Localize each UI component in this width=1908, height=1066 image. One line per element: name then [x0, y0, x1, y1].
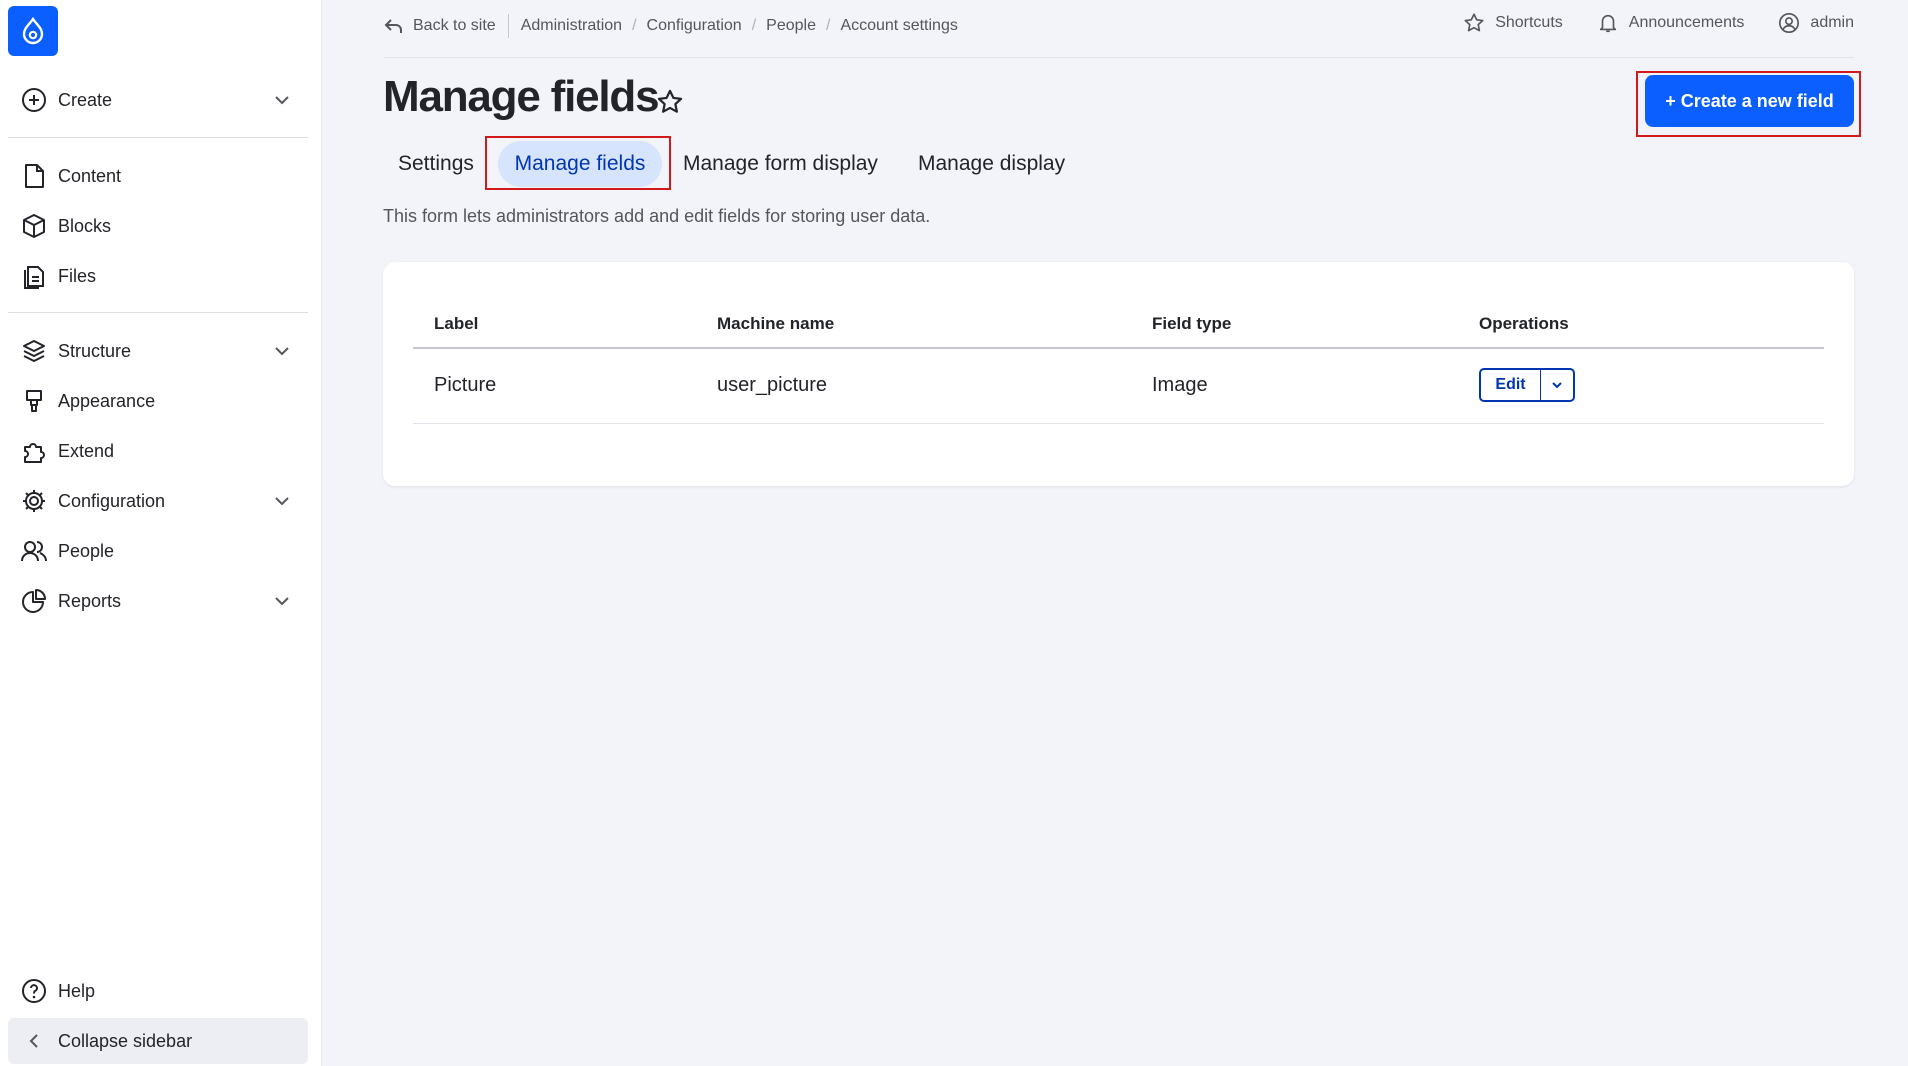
sidebar-item-appearance[interactable]: Appearance [8, 378, 308, 424]
sidebar-item-help[interactable]: Help [8, 968, 308, 1014]
table-header-divider [413, 347, 1824, 349]
sidebar-divider [8, 312, 308, 313]
operations-toggle-button[interactable] [1541, 370, 1573, 400]
sidebar-item-content[interactable]: Content [8, 153, 308, 199]
chevron-down-icon[interactable] [270, 589, 294, 613]
back-to-site-label: Back to site [413, 17, 496, 34]
chevron-left-icon [20, 1027, 48, 1055]
chevron-down-icon[interactable] [270, 339, 294, 363]
tab-manage-display[interactable]: Manage display [918, 140, 1065, 188]
announcements-label: Announcements [1628, 14, 1745, 31]
tab-settings[interactable]: Settings [398, 140, 474, 188]
sidebar: Create Content Blocks Files Structure Ap… [0, 0, 322, 1066]
breadcrumb-people[interactable]: People [766, 17, 816, 35]
user-circle-icon [1779, 13, 1800, 33]
layers-icon [20, 337, 48, 365]
gear-icon [20, 487, 48, 515]
tab-manage-form-display[interactable]: Manage form display [683, 140, 878, 188]
collapse-sidebar-label: Collapse sidebar [58, 1030, 193, 1051]
sidebar-divider [8, 137, 308, 138]
sidebar-item-label: Content [58, 165, 122, 186]
shortcuts-label: Shortcuts [1495, 14, 1563, 31]
cell-machine-name: user_picture [717, 374, 828, 396]
operations-dropbutton: Edit [1479, 368, 1575, 402]
sidebar-item-label: Create [58, 89, 113, 110]
bell-icon [1599, 14, 1616, 33]
help-icon [20, 977, 48, 1005]
tab-manage-fields[interactable]: Manage fields [498, 141, 662, 187]
drupal-logo[interactable] [8, 6, 58, 56]
shortcuts-link[interactable]: Shortcuts [1463, 12, 1563, 34]
breadcrumb: Back to site Administration / Configurat… [384, 14, 958, 38]
sidebar-item-reports[interactable]: Reports [8, 578, 308, 624]
sidebar-item-label: Configuration [58, 490, 166, 511]
file-icon [20, 162, 48, 190]
breadcrumb-separator: / [632, 17, 637, 34]
column-header-label: Label [434, 314, 479, 333]
chevron-down-icon [1552, 382, 1562, 389]
back-arrow-icon [384, 19, 402, 33]
add-shortcut-star-icon[interactable] [656, 88, 684, 116]
sidebar-item-configuration[interactable]: Configuration [8, 478, 308, 524]
pie-chart-icon [20, 587, 48, 615]
files-icon [20, 262, 48, 290]
announcements-link[interactable]: Announcements [1597, 12, 1745, 34]
sidebar-item-create[interactable]: Create [8, 77, 308, 123]
sidebar-item-blocks[interactable]: Blocks [8, 203, 308, 249]
column-header-machine-name: Machine name [717, 314, 835, 333]
sidebar-item-label: People [58, 540, 115, 561]
puzzle-icon [20, 437, 48, 465]
breadcrumb-separator: / [825, 17, 831, 34]
plus-circle-icon [20, 86, 48, 114]
top-links: Shortcuts Announcements admin [1429, 12, 1854, 34]
sidebar-item-files[interactable]: Files [8, 253, 308, 299]
user-menu[interactable]: admin [1778, 12, 1854, 34]
cell-field-type: Image [1152, 374, 1208, 396]
column-header-operations: Operations [1479, 314, 1569, 333]
star-icon [1464, 13, 1484, 32]
table-row-divider [413, 423, 1824, 424]
breadcrumb-administration[interactable]: Administration [521, 17, 622, 35]
breadcrumb-configuration[interactable]: Configuration [647, 17, 742, 35]
fields-table: Label Machine name Field type Operations… [383, 262, 1854, 486]
sidebar-item-extend[interactable]: Extend [8, 428, 308, 474]
sidebar-item-structure[interactable]: Structure [8, 328, 308, 374]
sidebar-item-label: Structure [58, 340, 132, 361]
people-icon [20, 537, 48, 565]
page-title: Manage fields [383, 72, 660, 121]
drop-icon [22, 17, 44, 45]
sidebar-item-label: Extend [58, 440, 115, 461]
breadcrumb-separator: / [751, 17, 757, 34]
chevron-down-icon[interactable] [270, 489, 294, 513]
cell-label: Picture [434, 374, 497, 396]
breadcrumb-account-settings[interactable]: Account settings [840, 17, 957, 35]
brush-icon [20, 387, 48, 415]
topbar: Back to site Administration / Configurat… [384, 0, 1854, 58]
sidebar-item-label: Reports [58, 590, 122, 611]
edit-button[interactable]: Edit [1481, 370, 1541, 400]
sidebar-item-label: Blocks [58, 215, 112, 236]
collapse-sidebar-button[interactable]: Collapse sidebar [8, 1018, 308, 1064]
chevron-down-icon[interactable] [270, 88, 294, 112]
back-to-site-link[interactable]: Back to site [384, 17, 496, 35]
page-description: This form lets administrators add and ed… [383, 206, 931, 226]
user-label: admin [1810, 14, 1854, 31]
sidebar-item-label: Help [58, 980, 96, 1001]
breadcrumb-divider [507, 14, 509, 38]
sidebar-item-label: Files [58, 265, 97, 286]
sidebar-item-label: Appearance [58, 390, 156, 411]
sidebar-item-people[interactable]: People [8, 528, 308, 574]
column-header-field-type: Field type [1152, 314, 1232, 333]
cube-icon [20, 212, 48, 240]
create-new-field-button[interactable]: + Create a new field [1645, 75, 1854, 127]
